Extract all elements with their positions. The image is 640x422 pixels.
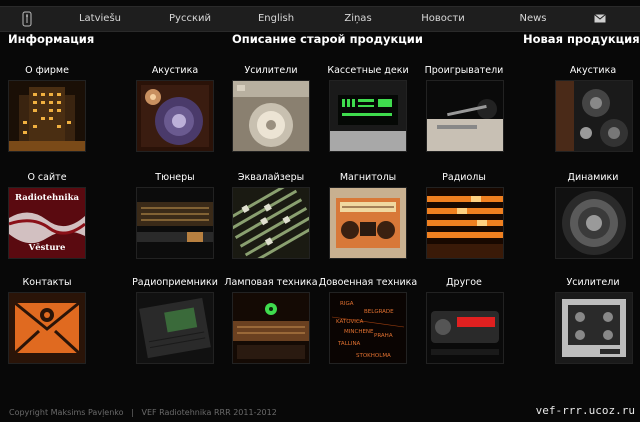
tile-new-acoustics[interactable] <box>555 80 633 152</box>
banner-title: Radiotehnika <box>15 193 79 203</box>
tile-label-radio-cassettes[interactable]: Магнитолы <box>323 172 413 183</box>
tile-tube-equipment[interactable] <box>232 292 310 364</box>
tuner-photo <box>137 188 213 258</box>
tile-company[interactable] <box>8 80 86 152</box>
banner-subtitle: Vēsture <box>28 243 66 253</box>
tile-new-amplifiers[interactable] <box>555 292 633 364</box>
new-speaker-photo <box>556 81 632 151</box>
tile-label-other[interactable]: Другое <box>419 277 509 288</box>
tile-label-about-site[interactable]: О сайте <box>2 172 92 183</box>
tile-label-new-amplifiers[interactable]: Усилители <box>548 277 638 288</box>
radiogram-scale-photo <box>427 188 503 258</box>
radio-receiver-photo <box>137 293 213 363</box>
amplifier-knob-photo <box>233 81 309 151</box>
top-nav: Latviešu Русский English Ziņas Новости N… <box>0 6 640 32</box>
tile-label-company[interactable]: О фирме <box>2 65 92 76</box>
section-info-heading: Информация <box>8 32 95 46</box>
tile-tuners[interactable] <box>136 187 214 259</box>
tile-cassette-decks[interactable] <box>329 80 407 152</box>
tile-acoustics[interactable] <box>136 80 214 152</box>
tile-label-contacts[interactable]: Контакты <box>2 277 92 288</box>
footer-copyright: Copyright Maksims Pavļenko | VEF Radiote… <box>9 408 277 417</box>
new-amplifier-photo <box>556 293 632 363</box>
mail-icon[interactable] <box>594 14 606 23</box>
tube-radio-photo <box>233 293 309 363</box>
tile-label-speakers[interactable]: Динамики <box>548 172 638 183</box>
tile-about-site[interactable]: Radiotehnika Vēsture <box>8 187 86 259</box>
woofer-photo <box>556 188 632 258</box>
dial-city: MINCHENE <box>344 329 374 335</box>
prewar-dial-photo: RIGA BELGRADE KATOVICA MINCHENE TALLINA … <box>330 293 406 363</box>
dial-city: PRAHA <box>374 333 393 339</box>
tile-label-new-acoustics[interactable]: Акустика <box>548 65 638 76</box>
radio-cassette-photo <box>330 188 406 258</box>
tab-novosti[interactable]: Новости <box>413 7 473 31</box>
section-new-products-heading: Новая продукция <box>523 32 640 46</box>
tile-label-tuners[interactable]: Тюнеры <box>130 172 220 183</box>
tile-radiograms[interactable] <box>426 187 504 259</box>
envelope-at-icon <box>9 293 85 363</box>
speaker-photo <box>137 81 213 151</box>
tab-latviesu[interactable]: Latviešu <box>70 7 130 31</box>
dial-city: BELGRADE <box>364 309 394 315</box>
tile-label-equalizers[interactable]: Эквалайзеры <box>226 172 316 183</box>
tab-russian[interactable]: Русский <box>160 7 220 31</box>
dial-city: KATOVICA <box>336 319 364 325</box>
tile-contacts[interactable] <box>8 292 86 364</box>
tile-turntables[interactable] <box>426 80 504 152</box>
radiotehnika-vesture-banner: Radiotehnika Vēsture <box>9 188 85 258</box>
tile-speakers[interactable] <box>555 187 633 259</box>
dial-city: STOKHOLMA <box>356 353 391 359</box>
tile-amplifiers[interactable] <box>232 80 310 152</box>
tile-label-acoustics[interactable]: Акустика <box>130 65 220 76</box>
tile-radio-receivers[interactable] <box>136 292 214 364</box>
red-device-photo <box>427 293 503 363</box>
turntable-photo <box>427 81 503 151</box>
radio-tower-icon[interactable] <box>22 11 32 27</box>
tile-label-tube-equipment[interactable]: Ламповая техника <box>222 277 320 288</box>
cassette-deck-display-photo <box>330 81 406 151</box>
dial-city: TALLINA <box>337 341 361 347</box>
tile-label-radio-receivers[interactable]: Радиоприемники <box>126 277 224 288</box>
footer-site-url[interactable]: vef-rrr.ucoz.ru <box>536 404 635 417</box>
equalizer-sliders-photo <box>233 188 309 258</box>
tab-zinas[interactable]: Ziņas <box>328 7 388 31</box>
tile-label-cassette-decks[interactable]: Кассетные деки <box>323 65 413 76</box>
tile-prewar-equipment[interactable]: RIGA BELGRADE KATOVICA MINCHENE TALLINA … <box>329 292 407 364</box>
tile-label-amplifiers[interactable]: Усилители <box>226 65 316 76</box>
section-old-products-heading: Описание старой продукции <box>232 32 423 46</box>
tile-label-prewar-equipment[interactable]: Довоенная техника <box>318 277 418 288</box>
tile-radio-cassettes[interactable] <box>329 187 407 259</box>
tab-news[interactable]: News <box>503 7 563 31</box>
dial-city: RIGA <box>340 301 354 307</box>
tab-english[interactable]: English <box>246 7 306 31</box>
tile-other[interactable] <box>426 292 504 364</box>
tile-label-radiograms[interactable]: Радиолы <box>419 172 509 183</box>
tile-equalizers[interactable] <box>232 187 310 259</box>
building-night-photo <box>9 81 85 151</box>
tile-label-turntables[interactable]: Проигрыватели <box>419 65 509 76</box>
